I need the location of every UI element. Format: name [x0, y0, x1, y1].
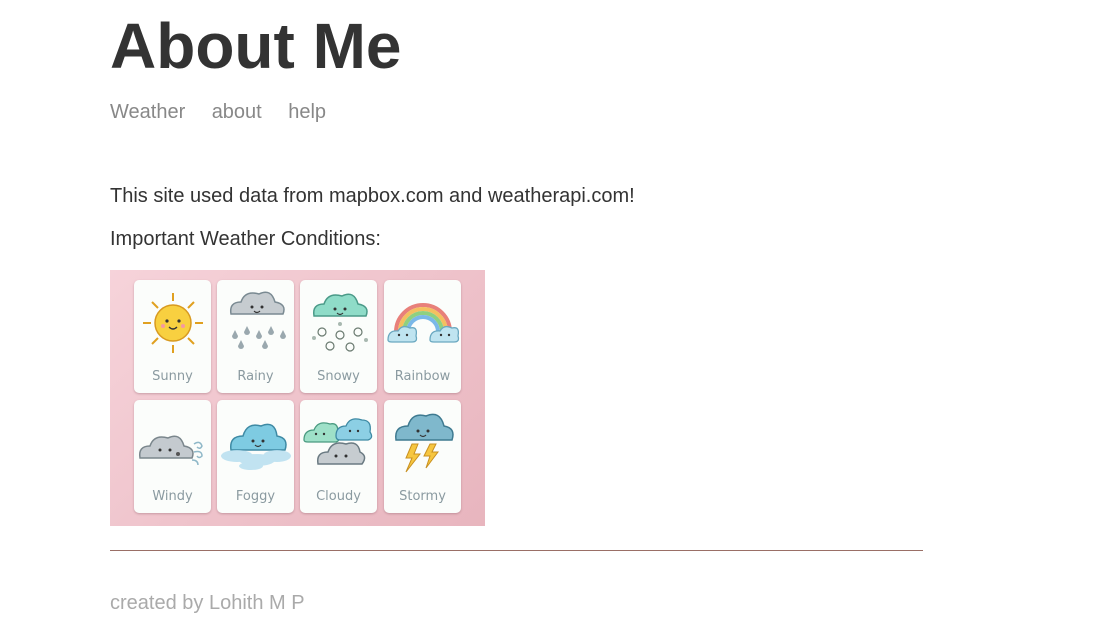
nav-link-help[interactable]: help: [288, 100, 326, 124]
weather-card-windy: Windy: [134, 400, 211, 513]
weather-conditions-image: Sunny Rainy Snowy Rainbow Windy Foggy Cl…: [110, 270, 485, 526]
card-label: Windy: [152, 489, 193, 504]
rain-cloud-icon: [229, 291, 286, 349]
weather-card-stormy: Stormy: [384, 400, 461, 513]
card-label: Snowy: [317, 369, 360, 384]
card-label: Rainy: [237, 369, 274, 384]
card-label: Rainbow: [394, 369, 451, 384]
fog-cloud-icon: [221, 423, 291, 470]
footer-credit: created by Lohith M P: [110, 592, 305, 614]
main-nav: Weather about help: [110, 100, 348, 124]
intro-text: This site used data from mapbox.com and …: [110, 185, 635, 207]
weather-card-foggy: Foggy: [217, 400, 294, 513]
storm-cloud-icon: [395, 413, 454, 473]
weather-card-cloudy: Cloudy: [300, 400, 377, 513]
footer-divider: [110, 550, 923, 551]
snow-cloud-icon: [312, 293, 368, 352]
card-label: Stormy: [399, 489, 446, 504]
wind-cloud-icon: [138, 435, 203, 466]
card-label: Cloudy: [316, 489, 361, 504]
conditions-heading: Important Weather Conditions:: [110, 228, 381, 250]
weather-card-rainy: Rainy: [217, 280, 294, 393]
weather-card-rainbow: Rainbow: [384, 280, 461, 393]
clouds-icon: [303, 418, 373, 465]
sun-icon: [143, 293, 203, 353]
card-label: Foggy: [235, 489, 276, 504]
weather-card-sunny: Sunny: [134, 280, 211, 393]
card-label: Sunny: [152, 369, 193, 384]
nav-link-weather[interactable]: Weather: [110, 100, 185, 124]
weather-card-snowy: Snowy: [300, 280, 377, 393]
page-title: About Me: [110, 10, 402, 82]
rainbow-icon: [387, 303, 460, 343]
nav-link-about[interactable]: about: [212, 100, 262, 124]
